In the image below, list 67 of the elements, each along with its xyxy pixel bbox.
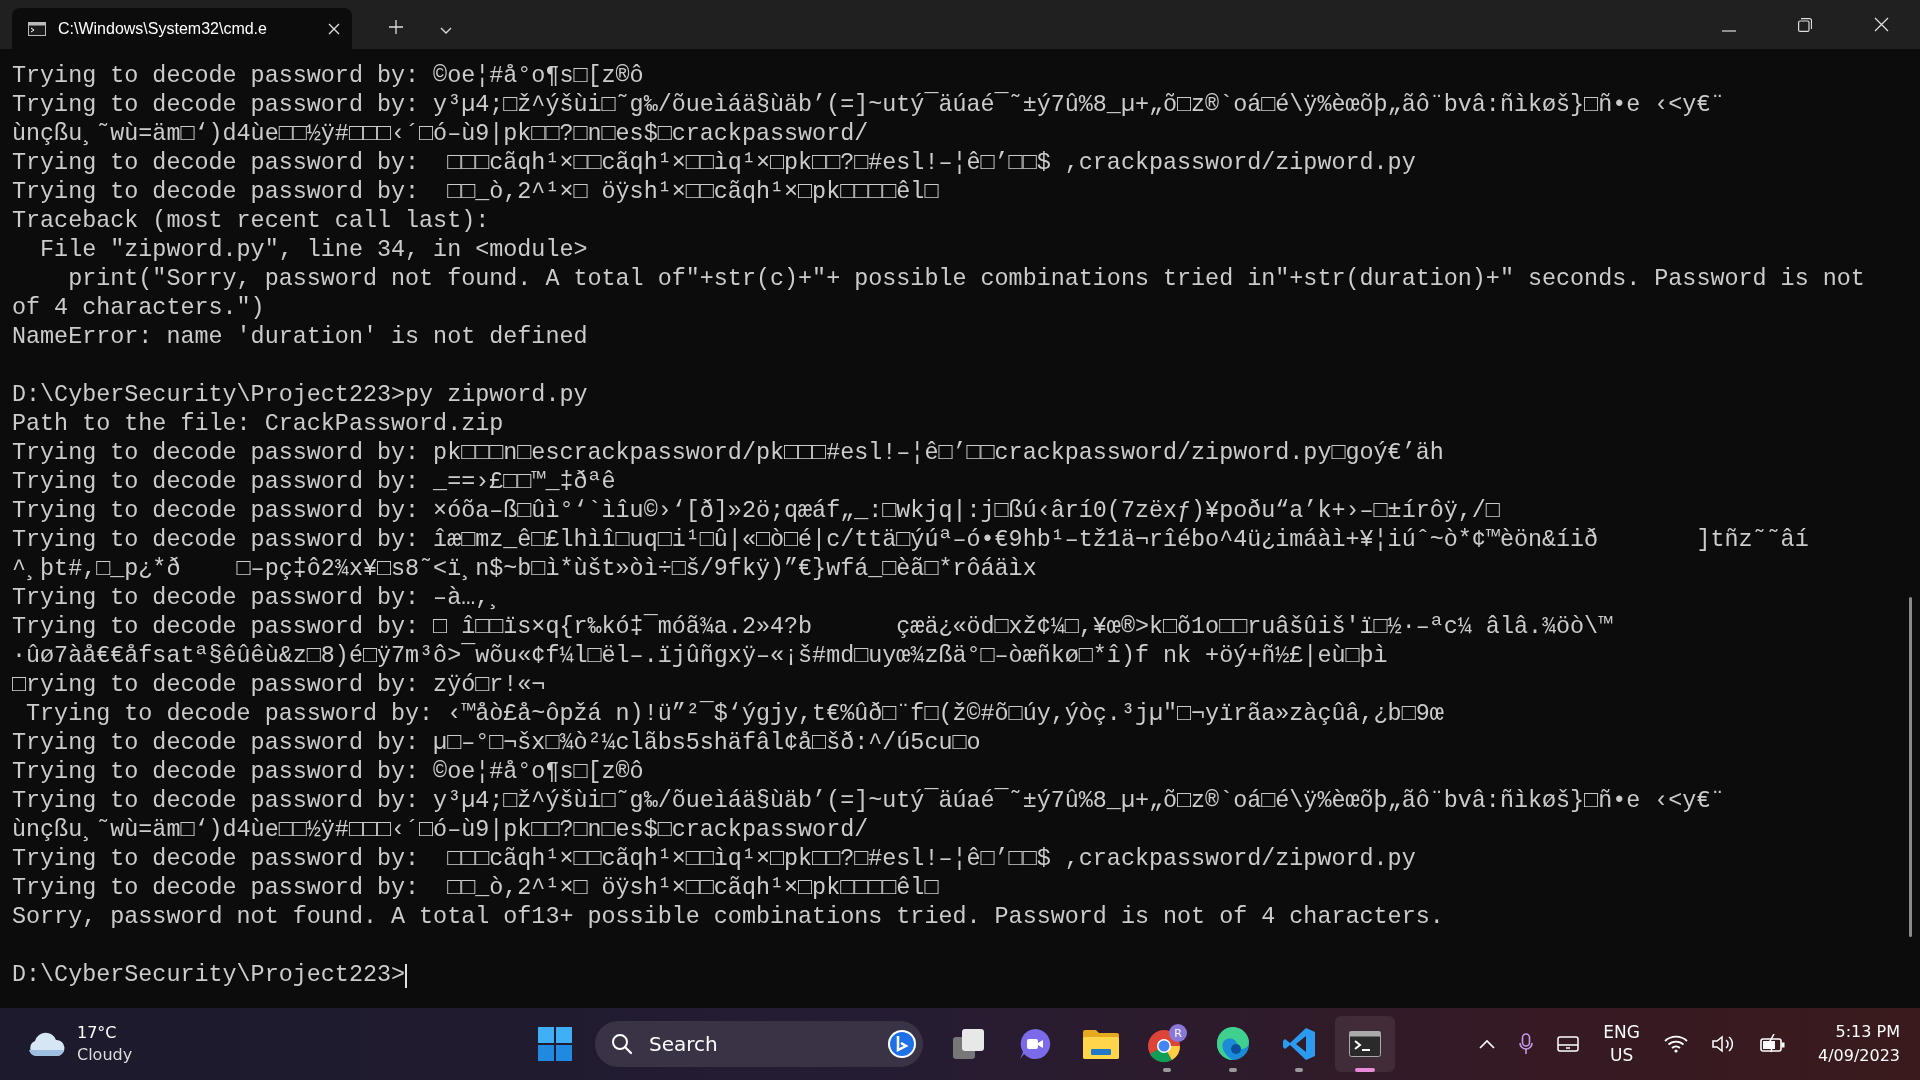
terminal-line: Trying to decode password by: □□□cãqh¹×□□cãqh¹×□□ìq¹×□pk□□?□#esl!–¦ê□’□□$ ,crackpassword/zipword.py xyxy=(12,845,1416,874)
terminal-line: Trying to decode password by: µ□–°□¬šx□¾ò²¼clãbs5shäfâl¢å□šð:^/ú5cu□o xyxy=(12,729,981,758)
terminal-line: D:\CyberSecurity\Project223>py zipword.py xyxy=(12,381,588,410)
terminal-line: Trying to decode password by: ©oe¦#å°o¶s□[z®ô xyxy=(12,758,644,787)
battery-charging-icon[interactable] xyxy=(1759,1034,1786,1054)
terminal-line: Trying to decode password by: ×óõa–ß□ûì°‘`ìîu©›‘[ð]»2ö;qæáf„_:□wkjq|:j□ßú‹ârí0(7zëxƒ)¥poðu“a’k+›–□±írôÿ,/□ xyxy=(12,497,1500,526)
chevron-up-icon[interactable] xyxy=(1479,1039,1496,1049)
terminal-line: ·ûø7àå€€åfsatª§êûêù&z□8)é□ÿ7m³ô>¯wõu«¢f¼l□ël–.ïjûñgxÿ–«¡š#md□uyœ¾zßä°□–òæñkø□*î)f nk +öý+ñ½£|eù□þì xyxy=(12,642,1388,671)
taskbar-app[interactable] xyxy=(1335,1016,1395,1072)
microphone-icon[interactable] xyxy=(1519,1033,1534,1055)
language-indicator[interactable]: ENG US xyxy=(1603,1021,1640,1067)
video-chat-icon xyxy=(1019,1028,1051,1060)
terminal-icon xyxy=(1349,1031,1381,1057)
terminal-icon xyxy=(28,21,46,36)
terminal-tab[interactable]: C:\Windows\System32\cmd.e xyxy=(12,8,352,49)
running-indicator xyxy=(1295,1068,1303,1072)
terminal-line: File "zipword.py", line 34, in <module> xyxy=(39,236,588,265)
terminal-line: ùnçßu¸˜wù=äm□‘)d4ùe□□½ÿ#□□□‹´□ó–ù9|pk□□?□n□es$□crackpassword/ xyxy=(12,120,869,149)
search-field[interactable]: Search xyxy=(647,1031,873,1057)
scrollbar-thumb[interactable] xyxy=(1909,597,1912,937)
terminal-line: Trying to decode password by: y³µ4;□ž^ýšùi□˜g‰/õueìáä§ùäb’(=]~utý¯äúaé¯˜±ý7û%8_µ+„õ□z®`oá□é\ÿ%èœõþ„ãô¨bvâ:ñìkøš}□ñ•e ‹<y€¨ xyxy=(12,787,1725,816)
search-icon xyxy=(611,1033,633,1055)
wave-browser-icon xyxy=(1216,1027,1250,1061)
terminal-line: Trying to decode password by: –à…,¸ xyxy=(12,584,504,613)
terminal-line: ^¸þt#,□_p¿*ð □–pç‡ô2¾x¥□s8˜<ï¸n$~b□ì*ùšt»òì÷□š/9fkÿ)”€}wfá_□èã□*rôáäìx xyxy=(12,555,1037,584)
tablet-icon[interactable] xyxy=(1557,1036,1580,1052)
clock[interactable]: 5:13 PM 4/09/2023 xyxy=(1817,1020,1900,1068)
close-tab-icon[interactable] xyxy=(328,22,340,35)
terminal-line: Trying to decode password by: pk□□□n□escrackpassword/pk□□□#esl!–¦ê□’□□crackpassword/zipword.py□goý€’äh xyxy=(12,439,1444,468)
code-editor-icon xyxy=(1282,1027,1316,1061)
windows-stack-icon xyxy=(953,1029,985,1059)
terminal-line: Traceback (most recent call last): xyxy=(12,207,490,236)
terminal-line: Sorry, password not found. A total of13+ possible combinations tried. Password is not of 4 characters. xyxy=(12,903,1444,932)
running-indicator xyxy=(1163,1068,1171,1072)
cloud-icon xyxy=(27,1031,65,1057)
terminal-line: Trying to decode password by: □□_ò,2^¹×□ öÿsh¹×□□cãqh¹×□pk□□□□êl□ xyxy=(12,178,939,207)
new-tab-icon[interactable] xyxy=(388,19,404,35)
restore-icon[interactable] xyxy=(1798,18,1812,32)
terminal-line: Trying to decode password by: ‹™åò£å~ôpžá n)!ü”²¯$‘ýgjy,t€%ûð□¨f□(ž©#õ□úy,ýòç.³jµ"□¬yïrãa»zàçûâ,¿b□9œ xyxy=(25,700,1444,729)
terminal-line: Trying to decode password by: ©oe¦#å°o¶s□[z®ô xyxy=(12,62,644,91)
terminal-line: D:\CyberSecurity\Project223> xyxy=(12,961,406,990)
terminal-line: ùnçßu¸˜wù=äm□‘)d4ùe□□½ÿ#□□□‹´□ó–ù9|pk□□?□n□es$□crackpassword/ xyxy=(12,816,869,845)
terminal-line: Trying to decode password by: □□_ò,2^¹×□ öÿsh¹×□□cãqh¹×□pk□□□□êl□ xyxy=(12,874,939,903)
terminal-line: Trying to decode password by: y³µ4;□ž^ýšùi□˜g‰/õueìáä§ùäb’(=]~utý¯äúaé¯˜±ý7û%8_µ+„õ□z®`oá□é\ÿ%èœõþ„ãô¨bvâ:ñìkøš}□ñ•e ‹<y€¨ xyxy=(12,91,1725,120)
dropdown-icon[interactable] xyxy=(440,27,452,35)
temperature-label: 17°C xyxy=(77,1022,118,1044)
running-indicator xyxy=(1355,1068,1375,1072)
terminal-line: of 4 characters.") xyxy=(12,294,265,323)
folder-icon xyxy=(1083,1029,1119,1059)
search-bar[interactable]: Search xyxy=(595,1021,923,1067)
windows-icon xyxy=(538,1027,572,1061)
terminal-line: Path to the file: CrackPassword.zip xyxy=(12,410,504,439)
close-icon[interactable] xyxy=(1874,17,1889,32)
terminal-line: □rying to decode password by: zÿó□r!«¬ xyxy=(12,671,546,700)
terminal-line: print("Sorry, password not found. A total of"+str(c)+"+ possible combinations tried in"+str(duration)+" seconds. Password is not xyxy=(67,265,1865,294)
terminal-line: Trying to decode password by: îæ□mz_ê□£lhìî□uq□i¹□û|«□ò□é|c/ttä□ýúª–ó•€9hb¹–tž1ä¬rîébo^4ü¿imáàì+¥¦iúˆ~ò*¢™èön&íið ]tñz˜˜âí xyxy=(12,526,1809,555)
volume-icon[interactable] xyxy=(1711,1035,1736,1053)
badge-text: R xyxy=(1174,1027,1182,1040)
terminal-line: Trying to decode password by: _==›£□□™_‡ðªê xyxy=(12,468,616,497)
chat-icon[interactable] xyxy=(887,1029,917,1059)
running-indicator xyxy=(1229,1068,1237,1072)
terminal-line: Trying to decode password by: □□□cãqh¹×□□cãqh¹×□□ìq¹×□pk□□?□#esl!–¦ê□’□□$ ,crackpassword/zipword.py xyxy=(12,149,1416,178)
terminal-line: NameError: name 'duration' is not defined xyxy=(12,323,588,352)
taskbar-app[interactable]: R xyxy=(1137,1016,1197,1072)
wifi-icon[interactable] xyxy=(1663,1035,1688,1053)
weather-condition-label: Cloudy xyxy=(77,1044,133,1066)
terminal-line: Trying to decode password by: □ î□□ïs×q{r‰kó‡¯móã¾a.2»4?b çæä¿«öd□xž¢¼□,¥œ®>k□õ1o□□ruâšûiš'ï□½·–ªc¼ âlâ.¾öò\™ xyxy=(12,613,1613,642)
